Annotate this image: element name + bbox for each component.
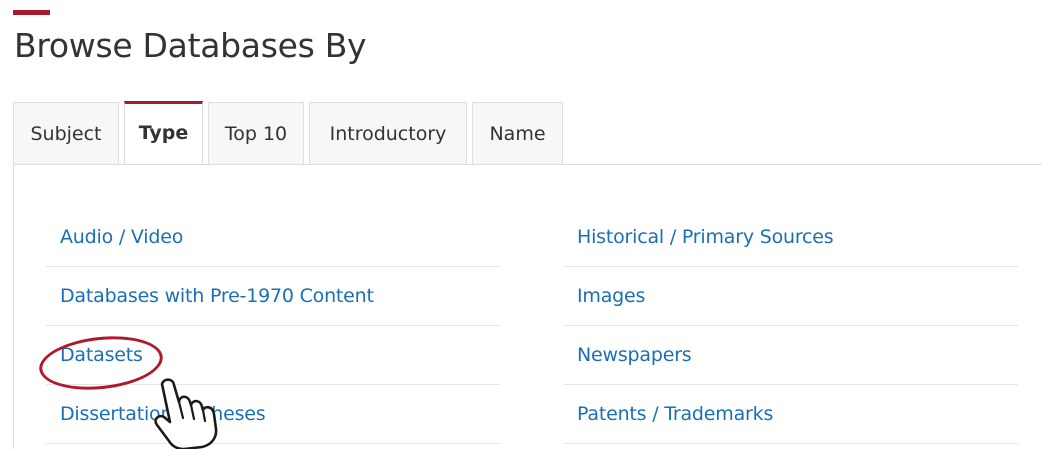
hand-pointer-icon (154, 378, 218, 449)
page-title: Browse Databases By (14, 26, 367, 65)
type-link-datasets[interactable]: Datasets (60, 344, 143, 366)
tab-name[interactable]: Name (472, 102, 563, 165)
type-list-left: Audio / Video Databases with Pre-1970 Co… (46, 208, 500, 444)
list-item: Datasets (46, 326, 500, 385)
type-link-newspapers[interactable]: Newspapers (577, 344, 692, 366)
list-item: Historical / Primary Sources (563, 208, 1018, 267)
title-accent-bar (13, 10, 50, 15)
list-item: Images (563, 267, 1018, 326)
tab-top-10[interactable]: Top 10 (208, 102, 304, 165)
list-item: Databases with Pre-1970 Content (46, 267, 500, 326)
type-link-historical-primary-sources[interactable]: Historical / Primary Sources (577, 226, 834, 248)
browse-tabs: Subject Type Top 10 Introductory Name (13, 101, 568, 165)
type-link-pre-1970-content[interactable]: Databases with Pre-1970 Content (60, 285, 374, 307)
tab-introductory[interactable]: Introductory (309, 102, 467, 165)
type-link-images[interactable]: Images (577, 285, 645, 307)
list-item: Dissertations / Theses (46, 385, 500, 444)
tab-type[interactable]: Type (124, 101, 203, 165)
list-item: Audio / Video (46, 208, 500, 267)
type-link-patents-trademarks[interactable]: Patents / Trademarks (577, 403, 773, 425)
list-item: Patents / Trademarks (563, 385, 1018, 444)
list-item: Newspapers (563, 326, 1018, 385)
tab-subject[interactable]: Subject (13, 102, 119, 165)
type-list-right: Historical / Primary Sources Images News… (563, 208, 1018, 444)
type-link-audio-video[interactable]: Audio / Video (60, 226, 183, 248)
browse-databases-page: Browse Databases By Subject Type Top 10 … (0, 0, 1042, 449)
